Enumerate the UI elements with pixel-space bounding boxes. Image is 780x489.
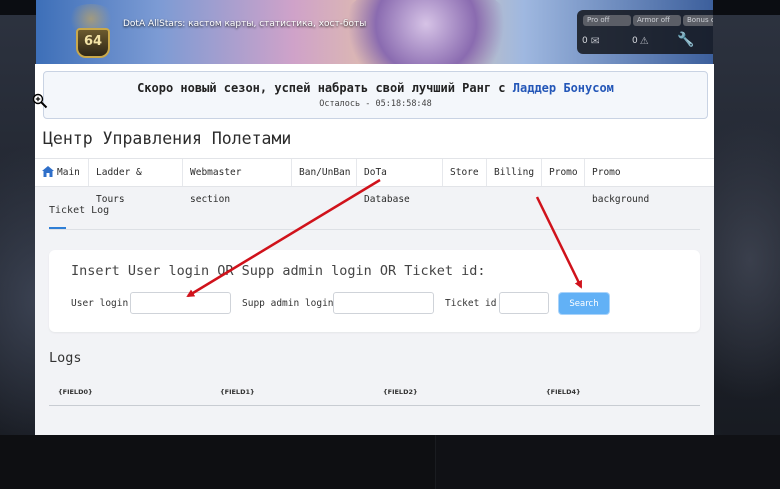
messages-count: 0 [582, 36, 588, 46]
armor-status-pill[interactable]: Armor off [633, 15, 681, 26]
logs-column-field1: {FIELD1} [220, 388, 255, 396]
main-nav: Main Ladder & Tours Webmaster section Ba… [35, 158, 714, 205]
warning-icon[interactable]: ⚠ [640, 32, 648, 48]
ticket-id-label: Ticket id [445, 298, 497, 309]
zoom-in-cursor-icon [32, 93, 48, 109]
user-panel: Pro off Armor off Bonus off 0 ✉ 0 ⚠ 🔧 ▣ [577, 10, 713, 54]
pro-status-pill[interactable]: Pro off [583, 15, 631, 26]
nav-store[interactable]: Store [443, 159, 487, 186]
nav-dota-database[interactable]: DoTa Database [357, 159, 443, 205]
banner-hero-art [336, 0, 516, 64]
nav-main-label: Main [57, 167, 80, 178]
logs-column-field0: {FIELD0} [58, 388, 93, 396]
page-title: Центр Управления Полетами [43, 129, 292, 148]
site-title: DotA AllStars: кастом карты, статистика,… [123, 19, 367, 29]
alerts-count: 0 [632, 36, 638, 46]
tab-ticket-log[interactable]: Ticket Log [49, 205, 109, 216]
level-badge: 64 [76, 28, 110, 58]
site-banner: 64 DotA AllStars: кастом карты, статисти… [36, 0, 713, 64]
nav-ladder-tours[interactable]: Ladder & Tours [89, 159, 183, 205]
bonus-status-pill[interactable]: Bonus off [683, 15, 713, 26]
background-footer-strip [0, 435, 780, 489]
user-login-input[interactable] [130, 292, 231, 314]
home-icon [42, 166, 54, 177]
nav-billing[interactable]: Billing [487, 159, 542, 186]
nav-ban-unban[interactable]: Ban/UnBan [292, 159, 357, 186]
nav-main[interactable]: Main [35, 159, 89, 186]
supp-admin-login-label: Supp admin login [242, 298, 334, 309]
search-button[interactable]: Search [559, 293, 609, 314]
ticket-search-card: Insert User login OR Supp admin login OR… [49, 250, 700, 332]
ladder-bonus-link[interactable]: Ладдер Бонусом [513, 81, 614, 95]
search-prompt: Insert User login OR Supp admin login OR… [71, 263, 486, 279]
ticket-id-input[interactable] [499, 292, 549, 314]
season-countdown: Осталось - 05:18:58:48 [319, 99, 432, 109]
supp-admin-login-input[interactable] [333, 292, 434, 314]
nav-promo-background[interactable]: Promo background [585, 159, 686, 205]
nav-promo[interactable]: Promo [542, 159, 585, 186]
wrench-icon[interactable]: 🔧 [677, 32, 694, 48]
background-ghost-panel [435, 435, 780, 489]
nav-webmaster-section[interactable]: Webmaster section [183, 159, 292, 205]
logs-column-field2: {FIELD2} [383, 388, 418, 396]
logs-column-field4: {FIELD4} [546, 388, 581, 396]
notice-text: Скоро новый сезон, успей набрать свой лу… [137, 81, 513, 95]
season-notice: Скоро новый сезон, успей набрать свой лу… [43, 71, 708, 119]
main-content: Скоро новый сезон, успей набрать свой лу… [35, 64, 714, 435]
mail-icon[interactable]: ✉ [591, 32, 599, 48]
logs-header-divider [49, 405, 700, 406]
user-login-label: User login [71, 298, 129, 309]
tab-divider [49, 229, 700, 230]
logs-title: Logs [49, 350, 82, 366]
